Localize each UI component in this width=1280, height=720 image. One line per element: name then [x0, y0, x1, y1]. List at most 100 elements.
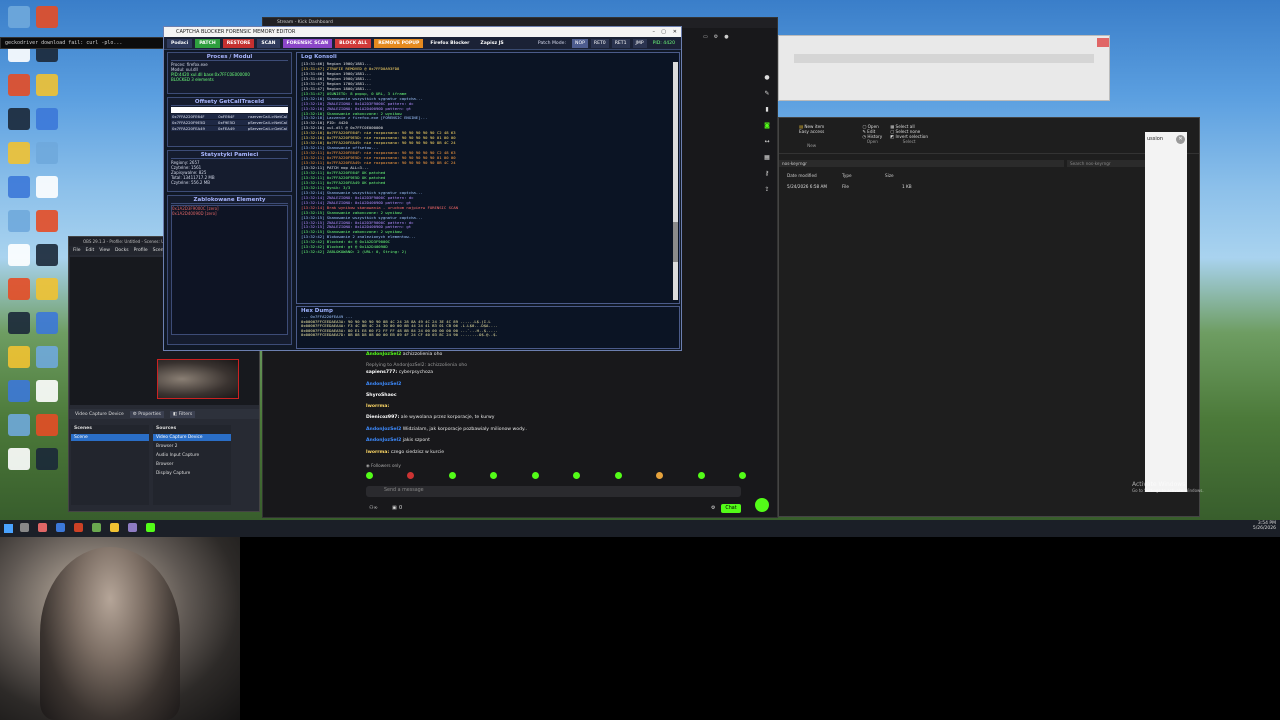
col-type[interactable]: Type: [842, 173, 852, 178]
desktop-app-icon[interactable]: [36, 414, 58, 436]
taskbar-app-icon[interactable]: [20, 523, 29, 532]
chat-message[interactable]: ShyroShaoc: [366, 393, 397, 398]
easy-access-button[interactable]: Easy access: [799, 129, 824, 134]
mode-nop-radio[interactable]: NOP: [572, 38, 588, 48]
desktop-app-icon[interactable]: [36, 380, 58, 402]
patch-button[interactable]: PATCH: [195, 38, 220, 48]
col-date[interactable]: Date modified: [787, 173, 817, 178]
zapisz-js-button[interactable]: Zapisz JS: [476, 38, 508, 48]
desktop-app-icon[interactable]: [36, 346, 58, 368]
desktop-app-icon[interactable]: [8, 278, 30, 300]
close-button[interactable]: ✕: [673, 27, 677, 37]
chat-message[interactable]: AndonJozSel2 jakis szpont: [366, 438, 430, 443]
chat-username[interactable]: AndonJozSel2: [366, 352, 401, 357]
obs-source-row[interactable]: Browser 2: [153, 443, 231, 450]
taskbar-app-icon[interactable]: [146, 523, 155, 532]
desktop-app-icon[interactable]: [8, 142, 30, 164]
mode-ret0-radio[interactable]: RET0: [590, 38, 609, 48]
chat-username[interactable]: Dienicoz997:: [366, 415, 399, 420]
pen-icon[interactable]: ✎: [764, 90, 769, 97]
desktop-app-icon[interactable]: [36, 244, 58, 266]
start-button[interactable]: [4, 524, 13, 533]
desktop-app-icon[interactable]: [36, 312, 58, 334]
settings-icon[interactable]: ⚙: [711, 505, 715, 511]
chat-input[interactable]: Send a message: [366, 486, 741, 497]
info-icon[interactable]: ●: [764, 74, 769, 81]
chat-message[interactable]: lworrma: czego siedzisz w kurcie: [366, 450, 444, 455]
obs-filters-button[interactable]: ◧ Filters: [169, 410, 196, 418]
clock-date[interactable]: 5/26/2026: [1210, 526, 1276, 531]
chat-message[interactable]: AndonJozSel2: [366, 382, 401, 387]
desktop-app-icon[interactable]: [8, 176, 30, 198]
chat-icon[interactable]: ◙: [764, 122, 770, 129]
log-scrollbar[interactable]: [673, 62, 678, 300]
desktop-app-icon[interactable]: [36, 142, 58, 164]
emote-icon[interactable]: [656, 472, 664, 479]
taskbar-app-icon[interactable]: [92, 523, 101, 532]
desktop-app-icon[interactable]: [36, 108, 58, 130]
desktop-app-icon[interactable]: [8, 6, 30, 28]
obs-source-row[interactable]: Video Capture Device: [153, 434, 231, 441]
poll-icon[interactable]: ▦: [764, 154, 770, 161]
clip-icon[interactable]: ▮: [765, 106, 768, 113]
desktop-app-icon[interactable]: [8, 74, 30, 96]
chat-message[interactable]: AndonJozSel2 achizzolienia oho: [366, 352, 442, 357]
emote-icon[interactable]: [573, 472, 581, 479]
minimize-button[interactable]: –: [653, 27, 656, 37]
streamer-avatar[interactable]: [755, 498, 769, 512]
obs-source-row[interactable]: Audio Input Capture: [153, 452, 231, 459]
obs-menu-file[interactable]: File: [73, 246, 81, 255]
dialog-close-button[interactable]: [1097, 38, 1109, 47]
obs-properties-button[interactable]: ⚙ Properties: [129, 410, 164, 418]
podaci-button[interactable]: Podaci: [167, 38, 193, 48]
chat-message[interactable]: Replying to AndonJozSel2: achizzolienia …: [366, 363, 467, 368]
taskbar-app-icon[interactable]: [38, 523, 47, 532]
share-icon[interactable]: ⇪: [764, 186, 769, 193]
emote-icon[interactable]: [738, 472, 746, 479]
chat-username[interactable]: lworrma:: [366, 404, 389, 409]
chat-username[interactable]: AndonJozSel2: [366, 382, 401, 387]
offset-row[interactable]: 0x7FFA220FEA49 0xFEA49 pServerCall->GetCal: [171, 126, 288, 131]
desktop-app-icon[interactable]: [36, 278, 58, 300]
restore-button[interactable]: RESTORE: [222, 38, 255, 48]
desktop-app-icon[interactable]: [8, 108, 30, 130]
blocked-item[interactable]: 0x1A2D40090D [zero]: [172, 211, 287, 216]
desktop-app-icon[interactable]: [36, 210, 58, 232]
explorer-row[interactable]: 5/24/2026 6:58 AM File 1 KB: [787, 184, 917, 190]
obs-menu-profile[interactable]: Profile: [134, 246, 148, 255]
emote-icon[interactable]: [531, 472, 539, 479]
scan-button[interactable]: SCAN: [257, 38, 280, 48]
taskbar-app-icon[interactable]: [56, 523, 65, 532]
desktop-app-icon[interactable]: [8, 414, 30, 436]
firefox-blocker-button[interactable]: Firefox Blocker: [426, 38, 474, 48]
chat-username[interactable]: AndonJozSel2: [366, 427, 401, 432]
profile-icon[interactable]: ●: [724, 34, 728, 42]
key-icon[interactable]: ⚷: [765, 170, 769, 177]
explorer-address-bar[interactable]: nos-keyrngr: [779, 160, 1064, 167]
chat-message[interactable]: sapiens777: cyberpsychoza: [366, 370, 433, 375]
expand-icon[interactable]: ↔: [764, 138, 769, 145]
chat-message[interactable]: Dienicoz997: ale wywolana przez korporac…: [366, 415, 494, 420]
obs-scene-item[interactable]: Scene: [71, 434, 149, 441]
emote-icon[interactable]: [490, 472, 498, 479]
forensic-scan-button[interactable]: FORENSIC SCAN: [282, 38, 333, 48]
log-scrollbar-thumb[interactable]: [673, 222, 678, 262]
taskbar-app-icon[interactable]: [128, 523, 137, 532]
taskbar-app-icon[interactable]: [110, 523, 119, 532]
desktop-app-icon[interactable]: [36, 74, 58, 96]
taskbar-app-icon[interactable]: [74, 523, 83, 532]
desktop-app-icon[interactable]: [8, 380, 30, 402]
desktop-app-icon[interactable]: [8, 210, 30, 232]
mode-jmp-radio[interactable]: JMP: [632, 38, 647, 48]
offset-row[interactable]: 0x7FFA220F9E5D 0xF9E5D pServerCall->NetCal: [171, 120, 288, 125]
obs-menu-view[interactable]: View: [99, 246, 110, 255]
chat-username[interactable]: AndonJozSel2: [366, 438, 401, 443]
col-size[interactable]: Size: [885, 173, 894, 178]
offset-row[interactable]: 0x7FFA220FE64F 0xFE64F nserverCall->NetCal: [171, 114, 288, 119]
obs-source-row[interactable]: Browser: [153, 461, 231, 468]
remove-popup-button[interactable]: REMOVE POPUP: [374, 38, 424, 48]
bookmark-icon[interactable]: ▭: [703, 34, 708, 42]
chat-username[interactable]: sapiens777:: [366, 370, 397, 375]
emote-icon[interactable]: [448, 472, 456, 479]
desktop-app-icon[interactable]: [36, 448, 58, 470]
